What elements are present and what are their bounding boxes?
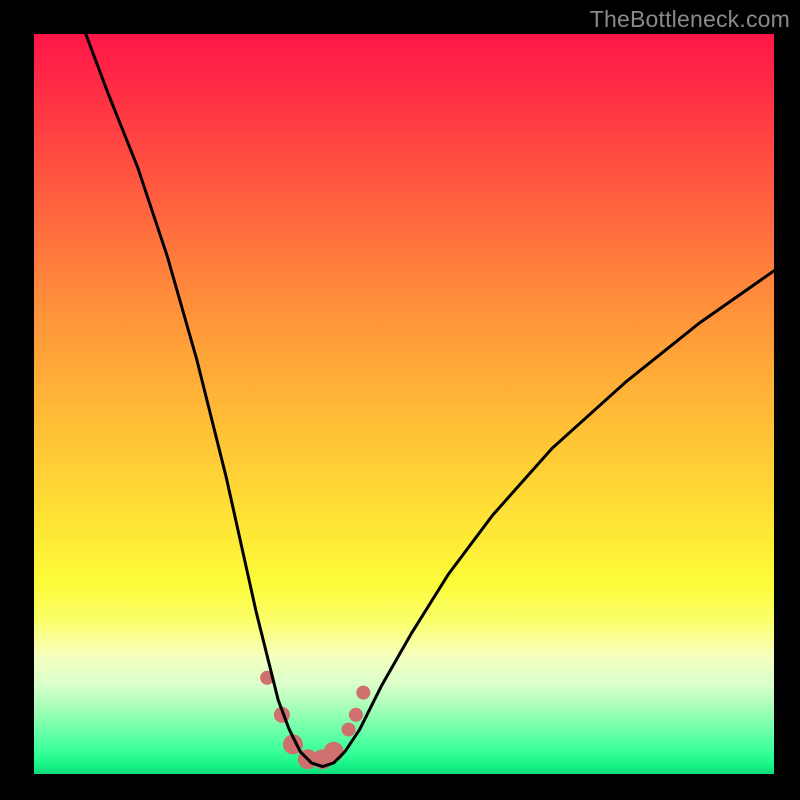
chart-frame: TheBottleneck.com (0, 0, 800, 800)
marker-layer (260, 671, 370, 769)
marker-dot (356, 686, 370, 700)
marker-dot (342, 723, 356, 737)
bottleneck-curve (86, 34, 774, 767)
chart-svg (34, 34, 774, 774)
watermark-text: TheBottleneck.com (590, 6, 790, 33)
marker-dot (324, 742, 344, 762)
marker-dot (349, 708, 363, 722)
chart-plot-area (34, 34, 774, 774)
